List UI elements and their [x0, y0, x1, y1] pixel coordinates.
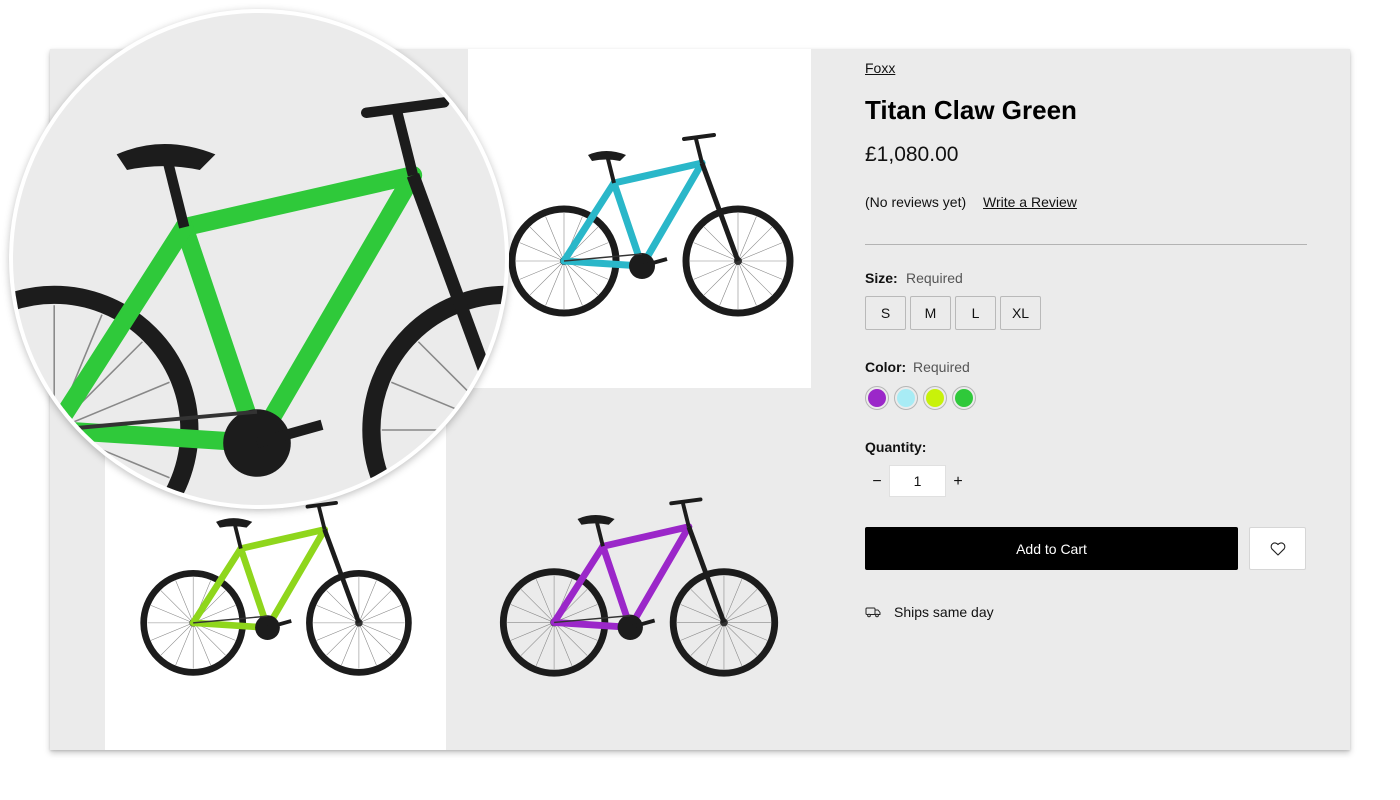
front-wheel-spoke [690, 622, 725, 656]
size-label: Size: [865, 270, 898, 286]
rear-wheel-spoke [160, 590, 194, 624]
quantity-decrement-button[interactable]: − [870, 472, 884, 492]
bike-stem [694, 138, 704, 164]
bike-saddle [216, 518, 253, 528]
color-required: Required [913, 359, 970, 375]
size-option-l[interactable]: L [955, 296, 996, 330]
bike-image-cyan [508, 133, 794, 317]
bike-stem [681, 502, 691, 528]
bike-image-lime [140, 500, 412, 676]
add-to-wishlist-button[interactable] [1249, 527, 1306, 570]
bike-image-green-zoomed [13, 97, 505, 505]
size-option-s[interactable]: S [865, 296, 906, 330]
swatch-fill [926, 389, 944, 407]
front-wheel-spoke [703, 260, 739, 296]
front-wheel-spoke [430, 430, 505, 505]
bike-chain [554, 614, 631, 624]
front-wheel-spoke [737, 260, 773, 296]
color-swatch-green[interactable] [952, 386, 976, 410]
color-swatch-purple[interactable] [865, 386, 889, 410]
rear-wheel-spoke [520, 589, 555, 623]
bike-frame-tube [45, 218, 194, 440]
product-price: £1,080.00 [865, 143, 959, 166]
size-option-xl[interactable]: XL [1000, 296, 1041, 330]
bike-drawing [508, 133, 794, 317]
bike-image-purple [499, 497, 779, 677]
color-label: Color: [865, 359, 907, 375]
rear-wheel-spoke [160, 622, 194, 656]
bike-saddle [588, 151, 626, 161]
heart-icon [1270, 541, 1285, 556]
rear-wheel-spoke [520, 622, 555, 656]
front-wheel-spoke [358, 590, 392, 624]
bike-frame-tube [626, 523, 693, 631]
reviews-count: (No reviews yet) [865, 194, 967, 210]
bike-saddle [577, 515, 615, 525]
product-title: Titan Claw Green [865, 95, 1077, 125]
bike-seatpost [595, 522, 605, 547]
bike-chain [193, 615, 268, 624]
rear-wheel-spoke [13, 328, 55, 431]
bike-stem [392, 111, 419, 177]
bike-frame-tube [638, 159, 706, 270]
brand-link[interactable]: Foxx [865, 60, 895, 76]
quantity-input[interactable] [889, 465, 946, 497]
front-wheel-spoke [723, 622, 758, 656]
quantity-increment-button[interactable]: + [951, 472, 965, 492]
quantity-label: Quantity: [865, 439, 927, 455]
shipping-info: Ships same day [865, 604, 994, 620]
swatch-fill [868, 389, 886, 407]
bike-saddle [116, 144, 216, 170]
bike-frame-tube [264, 526, 328, 631]
front-wheel-spoke [737, 226, 773, 262]
bike-frame-tube [247, 166, 423, 453]
rear-wheel-spoke [13, 429, 55, 473]
bike-drawing [140, 500, 412, 676]
bike-stem [317, 506, 327, 530]
truck-icon [865, 607, 881, 618]
rear-wheel-spoke [529, 260, 565, 296]
bike-handlebar [682, 133, 716, 141]
write-review-link[interactable]: Write a Review [983, 194, 1077, 210]
color-swatch-light-cyan[interactable] [894, 386, 918, 410]
zoom-magnifier-lens [9, 9, 509, 509]
bike-frame-tube [550, 542, 607, 626]
size-options: S M L XL [865, 296, 1041, 330]
gallery-image-cyan[interactable] [468, 49, 811, 388]
divider [865, 244, 1307, 245]
color-swatch-lime[interactable] [923, 386, 947, 410]
bike-drawing [13, 97, 505, 505]
add-to-cart-button[interactable]: Add to Cart [865, 527, 1238, 570]
front-wheel-spoke [723, 589, 758, 623]
front-wheel-spoke [326, 622, 360, 656]
size-required: Required [906, 270, 963, 286]
shipping-text: Ships same day [894, 604, 994, 620]
bike-seatpost [606, 158, 616, 184]
bike-handlebar [669, 497, 703, 506]
bike-frame-tube [560, 179, 618, 265]
color-options [865, 386, 976, 410]
rear-wheel-tire [13, 285, 199, 505]
bike-seatpost [163, 163, 190, 229]
bike-handlebar [361, 97, 450, 118]
swatch-fill [955, 389, 973, 407]
bike-chain [563, 253, 643, 262]
rear-wheel-spoke [529, 226, 565, 262]
size-option-m[interactable]: M [910, 296, 951, 330]
front-wheel-spoke [358, 622, 392, 656]
bike-drawing [499, 497, 779, 677]
swatch-fill [897, 389, 915, 407]
bike-chain [54, 409, 258, 432]
bike-frame-tube [189, 545, 245, 627]
bike-seatpost [233, 525, 243, 550]
rear-wheel-spoke [13, 387, 55, 431]
